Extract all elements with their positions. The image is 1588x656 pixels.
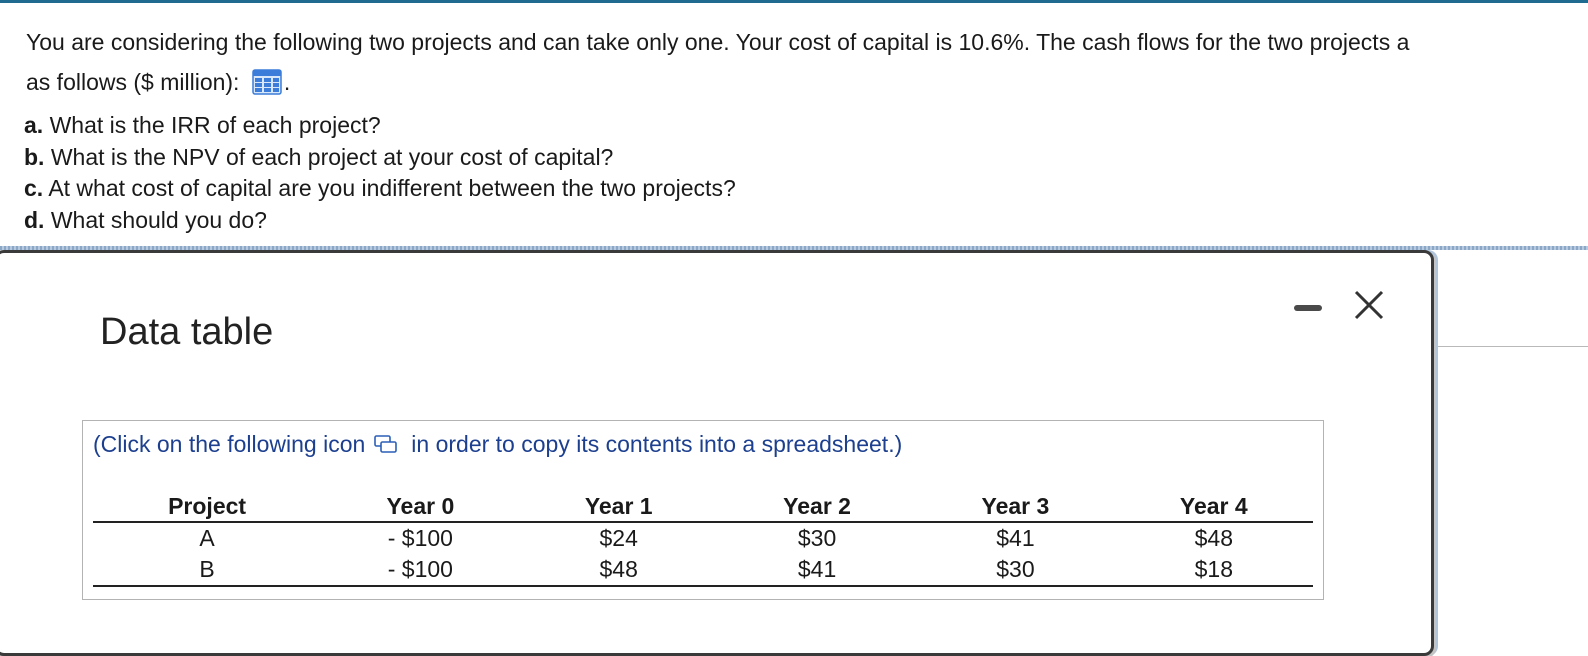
table-cell: - $100	[321, 554, 520, 587]
table-row: A - $100 $24 $30 $41 $48	[93, 522, 1313, 554]
part-letter: b.	[24, 143, 45, 170]
table-row: B - $100 $48 $41 $30 $18	[93, 554, 1313, 587]
question-part-c: c. At what cost of capital are you indif…	[24, 173, 736, 205]
column-header: Year 0	[321, 491, 520, 523]
question-intro: You are considering the following two pr…	[26, 22, 1588, 102]
part-letter: a.	[24, 112, 44, 138]
question-part-a: a. What is the IRR of each project?	[24, 110, 736, 142]
cash-flow-table: Project Year 0 Year 1 Year 2 Year 3 Year…	[93, 491, 1313, 587]
question-text: You are considering the following two pr…	[0, 0, 1588, 240]
column-header: Project	[93, 491, 322, 523]
table-cell: $48	[519, 554, 718, 587]
part-letter: c.	[24, 175, 44, 201]
copy-note-after: in order to copy its contents into a spr…	[411, 431, 903, 457]
table-cell: B	[93, 554, 322, 587]
table-cell: $48	[1194, 525, 1233, 551]
table-cell: $30	[916, 554, 1115, 587]
table-cell: A	[199, 525, 215, 551]
intro-tail: .	[283, 69, 291, 95]
part-text: What is the NPV of each project at your …	[50, 143, 614, 170]
close-icon[interactable]	[1351, 287, 1387, 323]
copy-instruction: (Click on the following icon in order to…	[93, 431, 902, 458]
copy-spreadsheet-icon[interactable]	[373, 433, 399, 453]
column-header: Year 2	[717, 491, 917, 523]
minimize-icon[interactable]	[1294, 305, 1322, 311]
table-cell: $41	[717, 554, 917, 587]
question-part-d: d. What should you do?	[24, 205, 736, 237]
background-rule	[1432, 346, 1588, 347]
column-header: Year 1	[519, 491, 718, 523]
table-cell: $24	[599, 525, 638, 551]
part-text: At what cost of capital are you indiffer…	[48, 175, 736, 201]
table-cell: $18	[1114, 554, 1313, 587]
intro-line-2: as follows ($ million):	[26, 69, 240, 95]
table-header-row: Project Year 0 Year 1 Year 2 Year 3 Year…	[93, 491, 1313, 523]
table-cell: $30	[797, 525, 837, 551]
part-letter: d.	[24, 206, 45, 233]
part-text: What should you do?	[50, 206, 267, 233]
column-header: Year 4	[1114, 491, 1313, 523]
table-cell: $41	[996, 525, 1035, 551]
data-table-grid-icon[interactable]	[252, 67, 282, 95]
dialog-title: Data table	[100, 311, 274, 353]
table-cell: - $100	[387, 525, 453, 551]
copy-note-before: (Click on the following icon	[93, 431, 366, 457]
question-part-b: b. What is the NPV of each project at yo…	[24, 142, 736, 174]
intro-line-1: You are considering the following two pr…	[26, 29, 1410, 55]
part-text: What is the IRR of each project?	[49, 112, 381, 138]
data-table-dialog[interactable]: Data table (Click on the following icon …	[0, 250, 1434, 656]
data-table-panel: (Click on the following icon in order to…	[82, 420, 1324, 600]
question-parts: a. What is the IRR of each project? b. W…	[24, 110, 736, 236]
column-header: Year 3	[916, 491, 1115, 523]
